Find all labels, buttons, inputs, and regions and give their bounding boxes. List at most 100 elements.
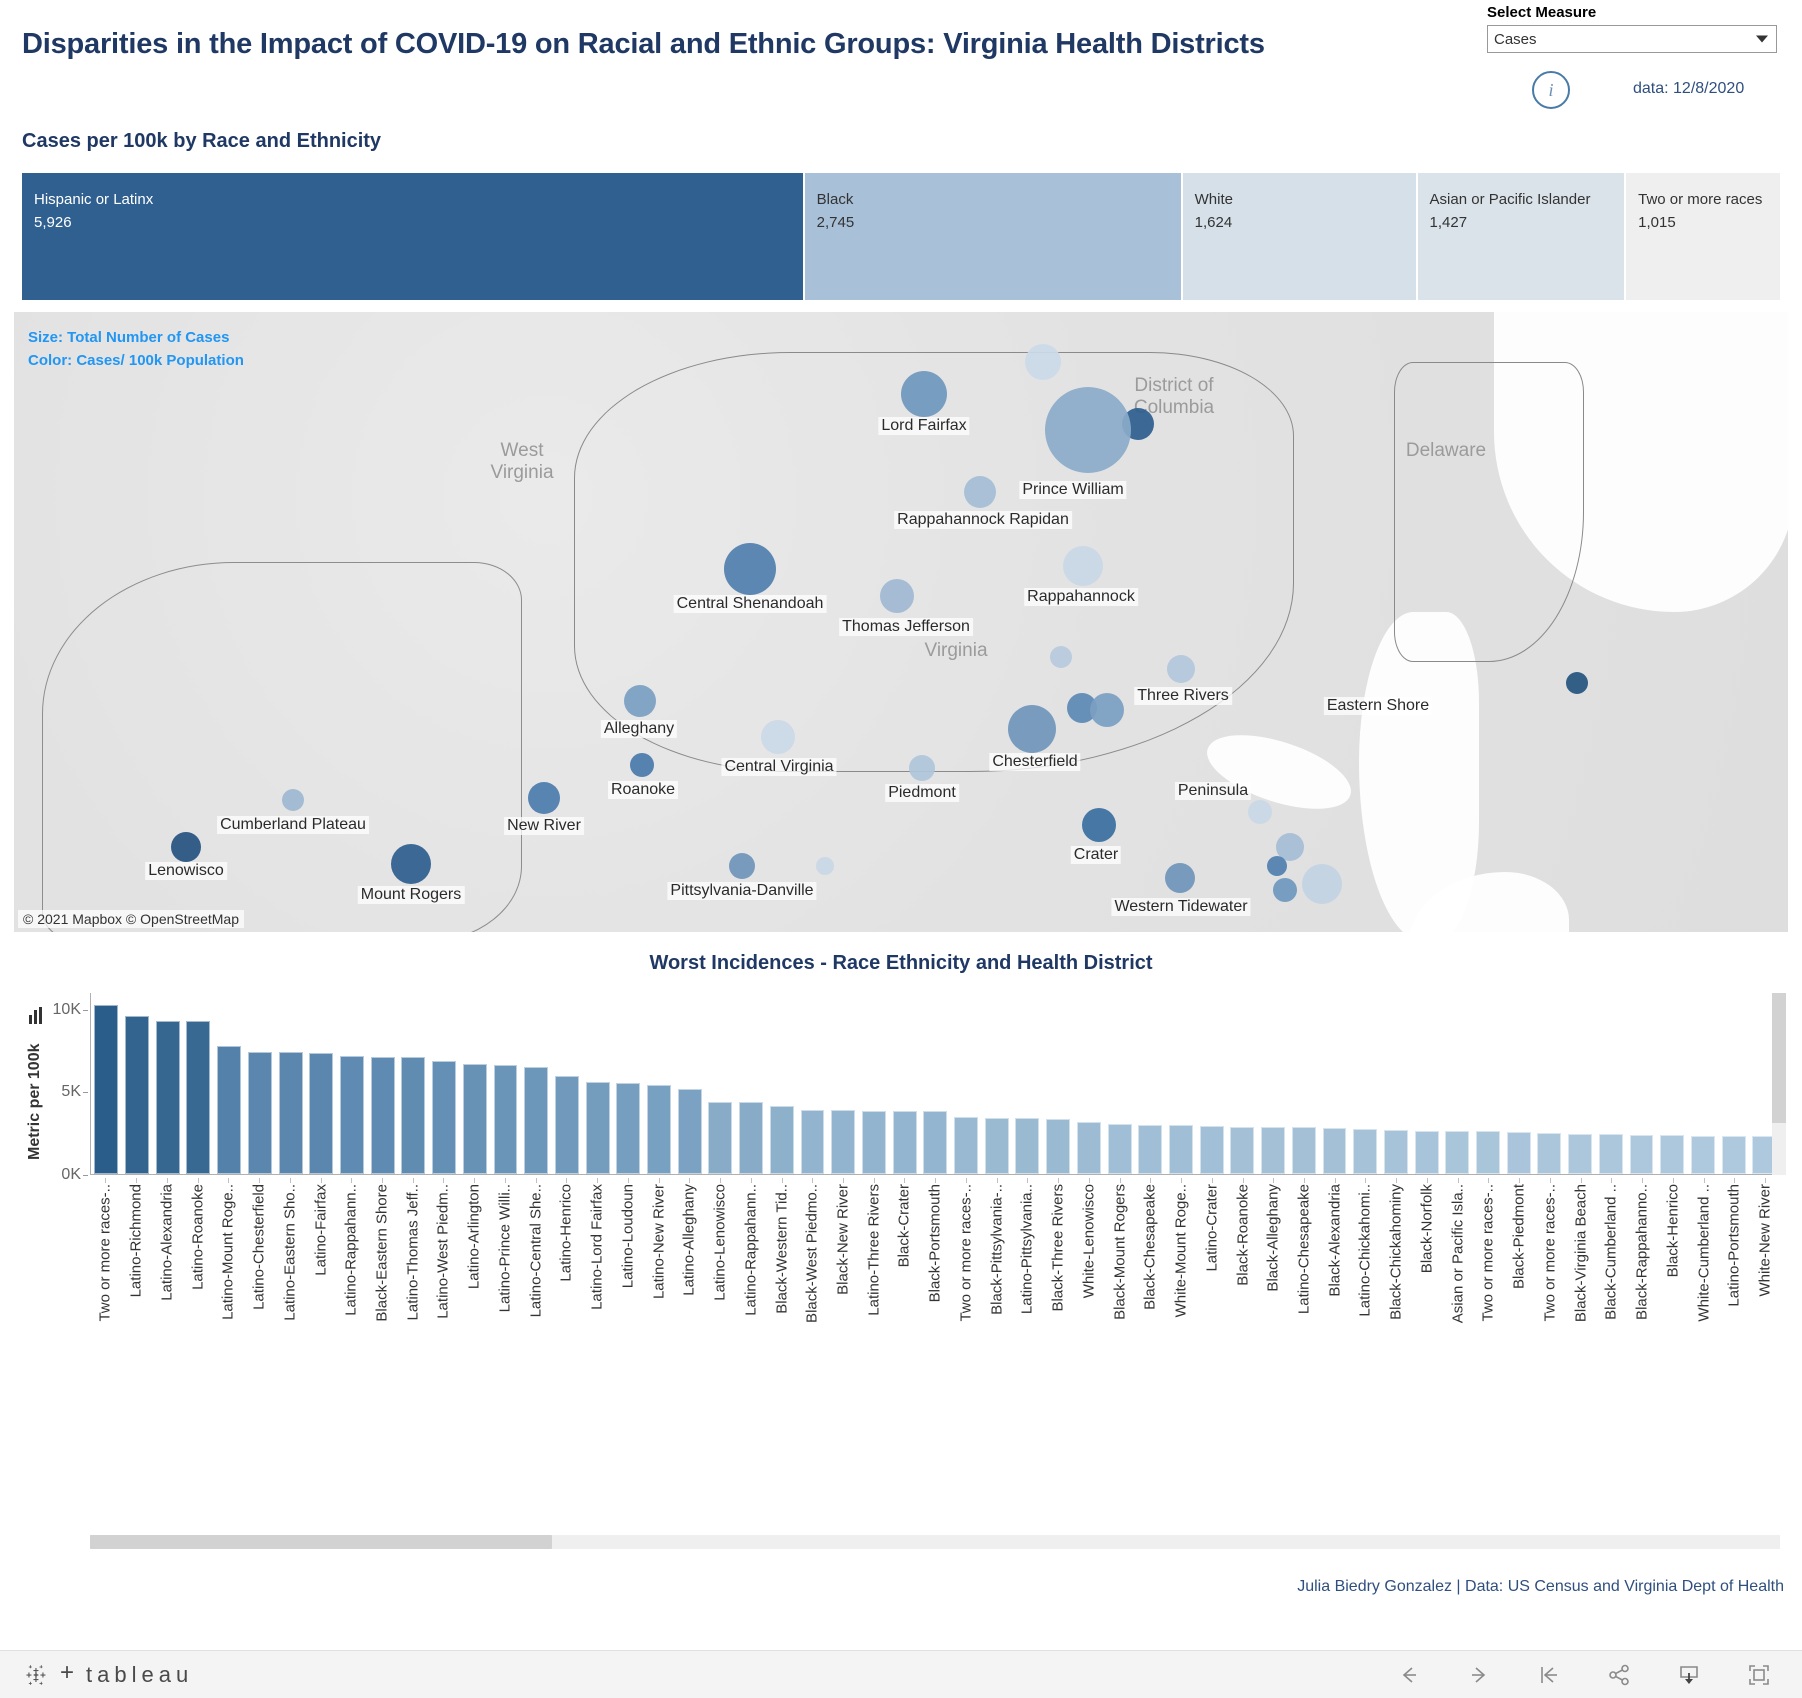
map-bubble[interactable] [964, 476, 996, 508]
bar[interactable] [739, 1101, 764, 1174]
bar[interactable] [1568, 1133, 1593, 1174]
x-axis-label[interactable]: Black-Eastern Shore [367, 1178, 398, 1353]
vertical-scrollbar[interactable] [1772, 993, 1786, 1175]
bar[interactable] [861, 1110, 886, 1174]
x-axis-label[interactable]: Latino-Mount Roge.. [213, 1178, 244, 1353]
map-bubble[interactable] [624, 685, 656, 717]
bar[interactable] [1414, 1130, 1439, 1174]
x-axis-label[interactable]: Black-West Piedmo.. [797, 1178, 828, 1353]
x-axis-label[interactable]: Latino-Henrico [551, 1178, 582, 1353]
map-bubble[interactable] [729, 853, 755, 879]
x-axis-label[interactable]: Latino-Lenowisco [705, 1178, 736, 1353]
map-bubble[interactable] [1025, 344, 1061, 380]
x-axis-label[interactable]: Latino-Rappahann.. [336, 1178, 367, 1353]
bar[interactable] [340, 1055, 364, 1174]
map-bubble[interactable] [1566, 672, 1588, 694]
x-axis-label[interactable]: Latino-West Piedm.. [428, 1178, 459, 1353]
bar[interactable] [432, 1061, 457, 1174]
x-axis-label[interactable]: Latino-Rappahann.. [735, 1178, 766, 1353]
bar[interactable] [1322, 1127, 1347, 1174]
x-axis-label[interactable]: Latino-Fairfax [305, 1178, 336, 1353]
forward-arrow-icon[interactable] [1466, 1662, 1492, 1688]
x-axis-label[interactable]: Latino-Loudoun [612, 1178, 643, 1353]
x-axis-label[interactable]: Latino-Crater [1196, 1178, 1227, 1353]
x-axis-label[interactable]: Black-Mount Rogers [1104, 1178, 1135, 1353]
x-axis-label[interactable]: Two or more races-.. [1535, 1178, 1566, 1353]
map-bubble[interactable] [909, 755, 935, 781]
map-bubble[interactable] [171, 832, 201, 862]
revert-icon[interactable] [1536, 1662, 1562, 1688]
x-axis-label[interactable]: Black-Portsmouth [920, 1178, 951, 1353]
bar[interactable] [554, 1076, 579, 1174]
x-axis-label[interactable]: Latino-Eastern Sho.. [274, 1178, 305, 1353]
treemap-cell[interactable]: Hispanic or Latinx 5,926 [22, 173, 803, 300]
x-axis-label[interactable]: Latino-Central She.. [520, 1178, 551, 1353]
vertical-scrollbar-thumb[interactable] [1772, 993, 1786, 1123]
bar[interactable] [923, 1111, 948, 1174]
x-axis-label[interactable]: Black-Cumberland .. [1596, 1178, 1627, 1353]
bar[interactable] [370, 1056, 395, 1174]
share-icon[interactable] [1606, 1662, 1632, 1688]
map-bubble[interactable] [1063, 546, 1103, 586]
bar[interactable] [1383, 1129, 1408, 1174]
x-axis-label[interactable]: Black-Crater [889, 1178, 920, 1353]
bar[interactable] [892, 1111, 917, 1174]
x-axis-label[interactable]: Black-Chickahominy [1381, 1178, 1412, 1353]
bar[interactable] [677, 1089, 702, 1174]
x-axis-label[interactable]: Latino-Three Rivers [858, 1178, 889, 1353]
tableau-logo[interactable]: + tableau [24, 1659, 193, 1690]
bar[interactable] [616, 1083, 641, 1174]
x-axis-label[interactable]: Black-Piedmont [1504, 1178, 1535, 1353]
bar[interactable] [1660, 1134, 1685, 1174]
x-axis-label[interactable]: Latino-Richmond [121, 1178, 152, 1353]
bar[interactable] [278, 1052, 303, 1174]
bar[interactable] [1015, 1118, 1040, 1174]
map-bubble[interactable] [1167, 655, 1195, 683]
bar[interactable] [1046, 1118, 1071, 1174]
bar[interactable] [1291, 1127, 1316, 1174]
map-bubble[interactable] [816, 857, 834, 875]
bar[interactable] [831, 1110, 856, 1174]
bar[interactable] [1537, 1132, 1562, 1174]
x-axis-label[interactable]: White-New River [1750, 1178, 1781, 1353]
bar[interactable] [1230, 1126, 1255, 1174]
map-bubble[interactable] [1050, 646, 1072, 668]
map-bubble[interactable] [1273, 878, 1297, 902]
horizontal-scrollbar-thumb[interactable] [90, 1535, 552, 1549]
bar[interactable] [1107, 1124, 1132, 1174]
bar[interactable] [769, 1106, 794, 1174]
map-bubble[interactable] [528, 782, 560, 814]
x-axis-label[interactable]: Latino-Arlington [459, 1178, 490, 1353]
x-axis-label[interactable]: Latino-Alleghany [674, 1178, 705, 1353]
x-axis-label[interactable]: Black-Henrico [1657, 1178, 1688, 1353]
map-bubble[interactable] [901, 371, 947, 417]
map-bubble[interactable] [880, 579, 914, 613]
bar[interactable] [94, 1005, 119, 1174]
x-axis-label[interactable]: Black-Chesapeake [1135, 1178, 1166, 1353]
bar[interactable] [217, 1045, 242, 1174]
bar[interactable] [247, 1052, 272, 1174]
map-bubble[interactable] [630, 753, 654, 777]
x-axis-label[interactable]: Latino-Roanoke [182, 1178, 213, 1353]
bar[interactable] [309, 1053, 334, 1174]
bar[interactable] [984, 1117, 1009, 1174]
bar[interactable] [186, 1021, 211, 1174]
x-axis-label[interactable]: Black-Pittsylvania-.. [981, 1178, 1012, 1353]
bar[interactable] [155, 1020, 180, 1174]
bar[interactable] [401, 1057, 426, 1174]
x-axis-label[interactable]: Black-Virginia Beach [1565, 1178, 1596, 1353]
bar[interactable] [1690, 1136, 1715, 1174]
bar[interactable] [1445, 1131, 1470, 1174]
bar[interactable] [1199, 1125, 1224, 1174]
fullscreen-icon[interactable] [1746, 1662, 1772, 1688]
chevron-down-icon[interactable] [1756, 35, 1768, 43]
x-axis-label[interactable]: White-Mount Roge.. [1166, 1178, 1197, 1353]
bar[interactable] [1598, 1134, 1623, 1174]
bar[interactable] [1261, 1126, 1286, 1174]
bar[interactable] [585, 1081, 610, 1174]
bar[interactable] [524, 1067, 549, 1174]
treemap-cell[interactable]: Black 2,745 [804, 173, 1181, 300]
x-axis-label[interactable]: Two or more races-.. [951, 1178, 982, 1353]
map-bubble[interactable] [1267, 856, 1287, 876]
bar[interactable] [1506, 1132, 1531, 1174]
